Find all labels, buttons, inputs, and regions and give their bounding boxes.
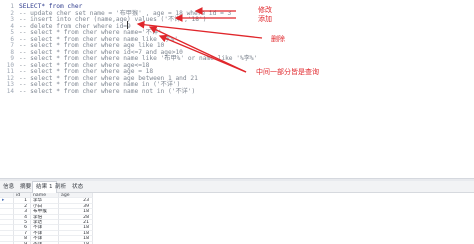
- annotation-query: 中间一部分皆是查询: [256, 68, 319, 76]
- arrow-query-2: [158, 34, 247, 73]
- text-caret: [127, 21, 128, 29]
- arrow-delete: [136, 20, 263, 39]
- sql-editor[interactable]: 1 SELECT* from cher 2 -- update cher set…: [0, 0, 474, 178]
- annotation-arrows: [136, 7, 263, 73]
- result-grid[interactable]: id name age ▸ 1 李华 23 2 小白 39 3 布甲猴 18 4…: [0, 193, 474, 244]
- tab-status[interactable]: 状态: [69, 182, 86, 192]
- tab-info[interactable]: 信息: [0, 182, 17, 192]
- annotation-add: 添加: [258, 15, 272, 23]
- annotation-delete: 删除: [271, 35, 285, 43]
- arrow-query: [148, 26, 247, 73]
- tab-profile[interactable]: 剖析: [52, 182, 69, 192]
- annotation-modify: 修改: [258, 6, 272, 14]
- result-tabs: 信息 摘要 结果 1 剖析 状态: [0, 181, 474, 193]
